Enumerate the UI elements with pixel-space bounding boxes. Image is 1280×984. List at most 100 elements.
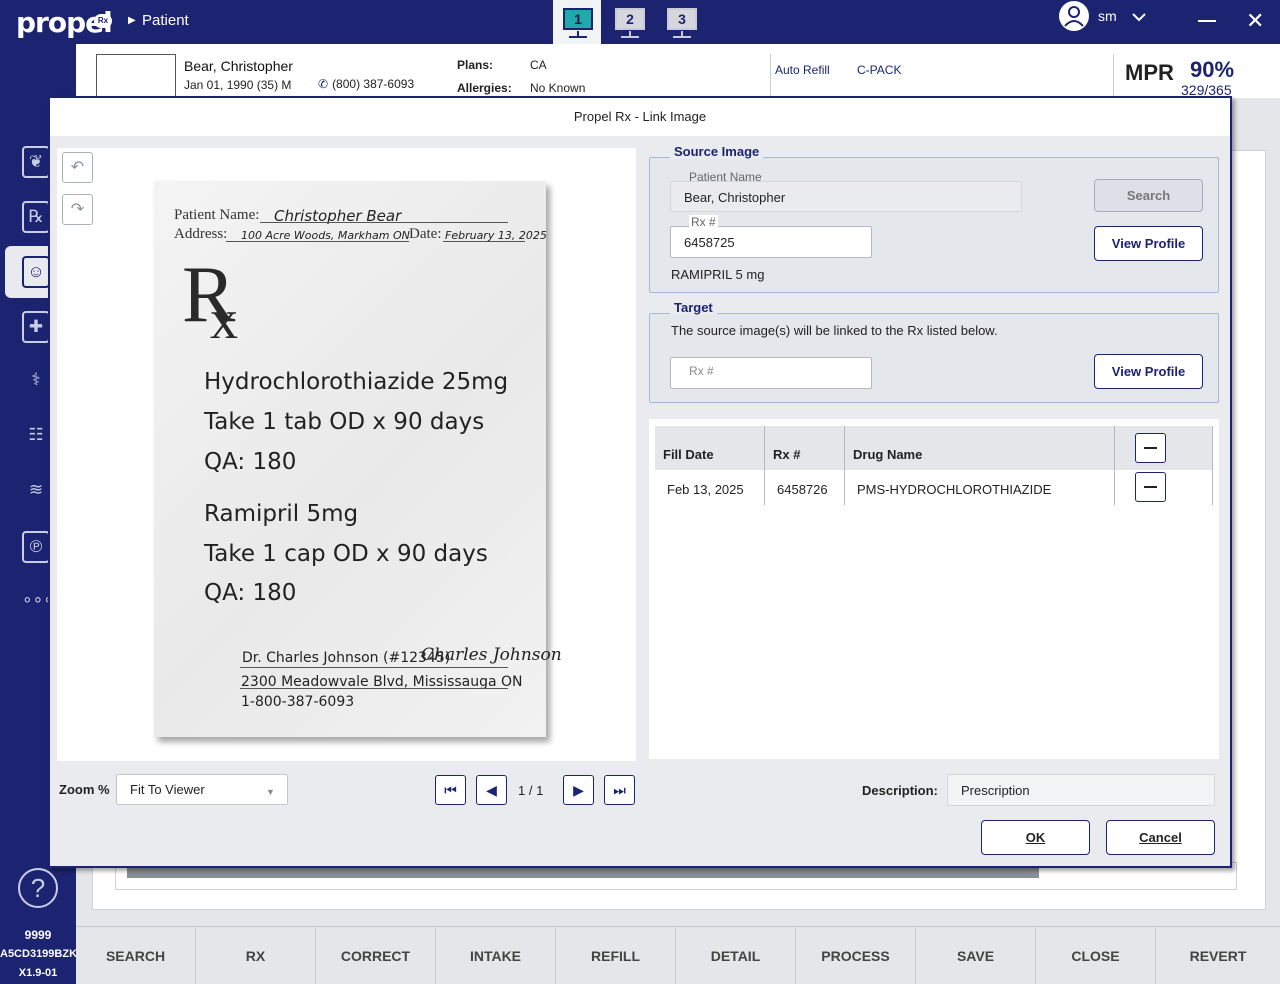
- rx-symbol-x: x: [210, 289, 238, 351]
- rx-line: Take 1 tab OD x 90 days: [204, 409, 485, 435]
- allergies-label: Allergies:: [457, 81, 512, 95]
- column-header-fill-date[interactable]: Fill Date: [663, 447, 714, 462]
- monitor-icon: 1: [563, 8, 593, 30]
- medicine-icon[interactable]: ✚: [22, 311, 50, 343]
- cell-drug-name: PMS-HYDROCHLOROTHIAZIDE: [857, 482, 1052, 497]
- underline: [240, 688, 508, 689]
- detail-action[interactable]: DETAIL: [676, 927, 796, 984]
- rotate-right-icon[interactable]: ↷: [62, 194, 93, 225]
- stethoscope-icon[interactable]: ⚕: [22, 366, 50, 398]
- revert-action[interactable]: REVERT: [1156, 927, 1280, 984]
- chevron-down-icon[interactable]: [1130, 10, 1148, 29]
- breadcrumb-arrow-icon: ▶: [128, 15, 136, 26]
- cpack-link[interactable]: C-PACK: [857, 63, 901, 77]
- plant-icon[interactable]: ❦: [22, 146, 50, 178]
- underline: [226, 241, 409, 242]
- plans-label: Plans:: [457, 58, 494, 72]
- group-icon[interactable]: ☷: [22, 421, 50, 453]
- close-action[interactable]: CLOSE: [1036, 927, 1156, 984]
- divider: [770, 54, 771, 98]
- workstation-3-button[interactable]: 3: [661, 5, 701, 41]
- next-page-icon[interactable]: ▶: [563, 775, 594, 805]
- mpr-percent: 90%: [1190, 57, 1235, 82]
- patient-name-field-value: Bear, Christopher: [684, 190, 786, 205]
- rotate-left-icon[interactable]: ↶: [62, 152, 93, 183]
- minimize-icon[interactable]: [1198, 20, 1216, 22]
- dialog-title: Propel Rx - Link Image: [573, 109, 707, 124]
- remove-row-button[interactable]: [1135, 472, 1166, 502]
- underline: [240, 667, 508, 668]
- correct-action[interactable]: CORRECT: [316, 927, 436, 984]
- ok-label: OK: [1025, 830, 1046, 845]
- date-label: Date:: [409, 226, 442, 242]
- rx-line: Take 1 cap OD x 90 days: [204, 541, 488, 567]
- rx-icon[interactable]: ℞: [22, 201, 50, 233]
- zoom-label: Zoom %: [59, 782, 110, 797]
- user-initials[interactable]: sm: [1098, 8, 1117, 24]
- target-view-profile-button[interactable]: View Profile: [1094, 354, 1203, 389]
- source-drug: RAMIPRIL 5 mg: [671, 267, 765, 282]
- scanner-icon[interactable]: ≋: [22, 476, 50, 508]
- cancel-button[interactable]: Cancel: [1106, 820, 1215, 855]
- column-header-rx[interactable]: Rx #: [773, 447, 800, 462]
- doctor-signature: Charles Johnson: [421, 645, 562, 665]
- target-rx-placeholder: Rx #: [689, 364, 714, 378]
- auto-refill-link[interactable]: Auto Refill: [775, 63, 830, 77]
- search-button[interactable]: Search: [1094, 179, 1203, 212]
- workstation-1-button[interactable]: 1: [557, 5, 597, 41]
- address-label: Address:: [174, 226, 228, 242]
- description-label: Description:: [862, 783, 938, 798]
- monitor-icon: 3: [667, 8, 697, 30]
- source-rx-value[interactable]: 6458725: [684, 235, 735, 250]
- source-image-legend: Source Image: [670, 144, 764, 159]
- store-info: 9999 A5CD3199BZK X1.9-01: [0, 926, 77, 984]
- column-header-drug-name[interactable]: Drug Name: [853, 447, 922, 462]
- save-action[interactable]: SAVE: [916, 927, 1036, 984]
- page-indicator: 1 / 1: [518, 783, 544, 798]
- monitor-icon: 2: [615, 8, 645, 30]
- first-page-icon[interactable]: ⏮: [435, 775, 466, 805]
- mpr-label: MPR: [1125, 60, 1174, 85]
- phone-number: (800) 387-6093: [332, 77, 415, 91]
- patient-name-field-label: Patient Name: [689, 170, 762, 184]
- breadcrumb[interactable]: Patient: [142, 12, 189, 29]
- patient-icon[interactable]: ☺: [22, 256, 50, 288]
- source-rx-label: Rx #: [689, 215, 718, 229]
- rx-line: QA: 180: [204, 580, 297, 606]
- close-icon[interactable]: ✕: [1246, 8, 1264, 34]
- store-number: 9999: [24, 928, 52, 942]
- rx-line: QA: 180: [204, 449, 297, 475]
- rx-action[interactable]: RX: [196, 927, 316, 984]
- rx-line: Ramipril 5mg: [204, 501, 359, 527]
- cancel-label: Cancel: [1139, 830, 1182, 845]
- phone-icon: ✆: [318, 77, 329, 91]
- cell-fill-date: Feb 13, 2025: [667, 482, 744, 497]
- more-icon[interactable]: ∘∘∘: [22, 586, 54, 618]
- rx-badge: Rx: [94, 14, 112, 28]
- rx-line: Hydrochlorothiazide 25mg: [204, 369, 509, 395]
- last-page-icon[interactable]: ⏭: [604, 775, 635, 805]
- divider: [1113, 54, 1114, 98]
- table-header: [655, 426, 1213, 470]
- target-legend: Target: [670, 300, 717, 315]
- prev-page-icon[interactable]: ◀: [476, 775, 507, 805]
- ok-button[interactable]: OK: [981, 820, 1090, 855]
- bottom-action-bar: SEARCH RX CORRECT INTAKE REFILL DETAIL P…: [76, 926, 1280, 984]
- patient-name-label: Patient Name:: [174, 207, 260, 223]
- patient-dob: Jan 01, 1990 (35) M: [184, 78, 292, 92]
- remove-all-button[interactable]: [1135, 433, 1166, 463]
- rx-doctor-phone: 1-800-387-6093: [241, 694, 355, 710]
- pc-icon[interactable]: ℗: [22, 531, 50, 563]
- process-action[interactable]: PROCESS: [796, 927, 916, 984]
- description-value[interactable]: Prescription: [961, 783, 1030, 798]
- source-view-profile-button[interactable]: View Profile: [1094, 226, 1203, 261]
- intake-action[interactable]: INTAKE: [436, 927, 556, 984]
- minus-icon: [1144, 447, 1157, 449]
- help-icon[interactable]: ?: [18, 868, 58, 908]
- search-action[interactable]: SEARCH: [76, 927, 196, 984]
- target-description: The source image(s) will be linked to th…: [671, 323, 998, 338]
- user-avatar-icon[interactable]: [1059, 1, 1089, 31]
- refill-action[interactable]: REFILL: [556, 927, 676, 984]
- workstation-2-button[interactable]: 2: [609, 5, 649, 41]
- rx-doctor: Dr. Charles Johnson (#12345): [242, 650, 451, 666]
